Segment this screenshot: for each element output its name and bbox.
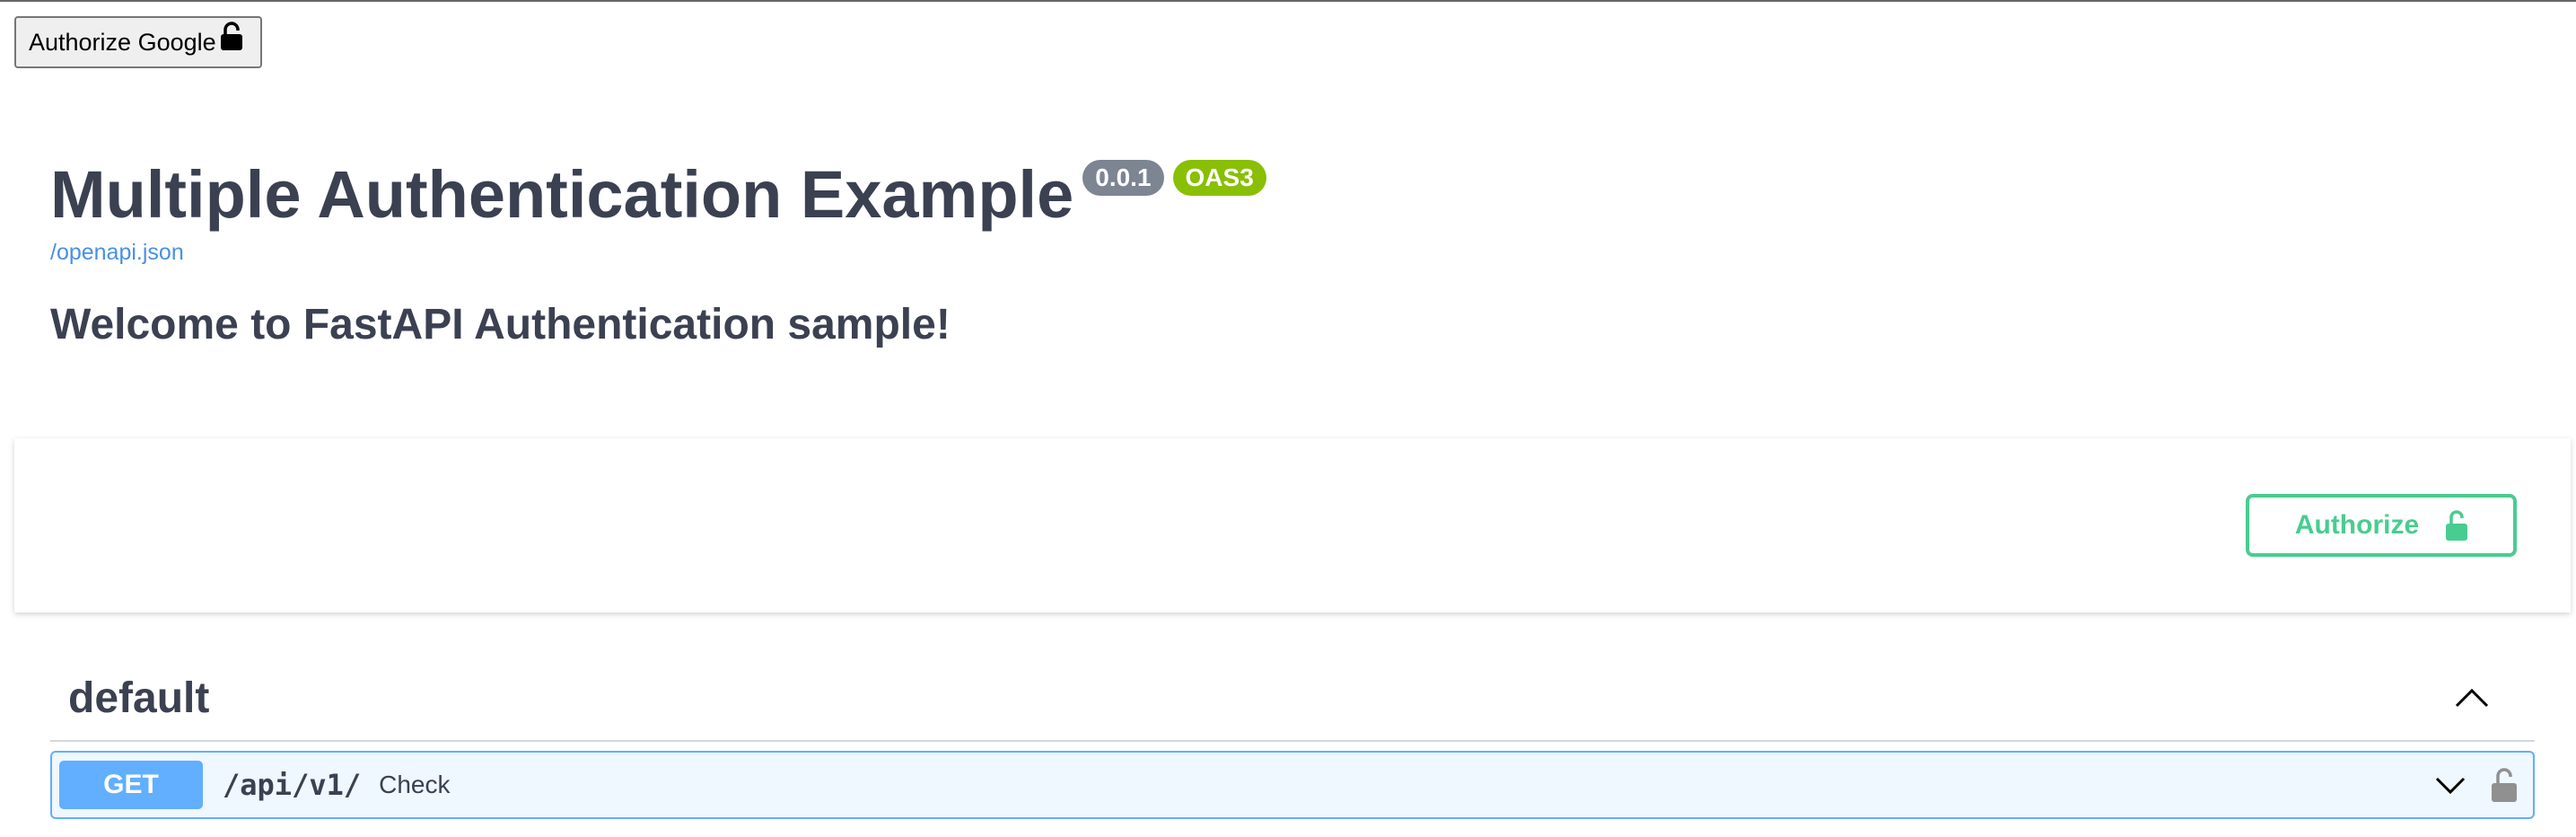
authorize-button[interactable]: Authorize <box>2246 494 2517 557</box>
oas-badge: OAS3 <box>1172 160 1266 196</box>
operation-controls <box>2434 768 2517 802</box>
window-top-border <box>0 0 2576 2</box>
method-badge: GET <box>59 761 203 809</box>
chevron-up-icon[interactable] <box>2454 687 2490 709</box>
lock-icon <box>220 22 243 50</box>
authorize-label: Authorize <box>2294 510 2420 540</box>
page-title: Multiple Authentication Example <box>50 157 1074 232</box>
scheme-container: Authorize <box>14 438 2571 612</box>
operation-get-api-v1[interactable]: GET /api/v1/ Check <box>50 751 2535 819</box>
tag-header[interactable]: default <box>50 656 2535 742</box>
unlock-icon[interactable] <box>2492 768 2517 802</box>
title-row: Multiple Authentication Example 0.0.1 OA… <box>50 153 2528 237</box>
api-description: Welcome to FastAPI Authentication sample… <box>50 301 951 348</box>
version-badge: 0.0.1 <box>1082 160 1164 196</box>
tag-section-default: default GET /api/v1/ Check <box>50 656 2535 819</box>
operation-path: /api/v1/ <box>223 768 362 802</box>
tag-name: default <box>68 674 210 722</box>
openapi-json-link[interactable]: /openapi.json <box>50 237 2528 268</box>
operation-summary: Check <box>379 771 451 798</box>
unlock-icon <box>2446 510 2468 541</box>
authorize-google-label: Authorize Google <box>29 28 216 56</box>
authorize-google-button[interactable]: Authorize Google <box>14 16 262 68</box>
api-info: Multiple Authentication Example 0.0.1 OA… <box>50 153 2528 352</box>
chevron-down-icon[interactable] <box>2434 775 2466 795</box>
